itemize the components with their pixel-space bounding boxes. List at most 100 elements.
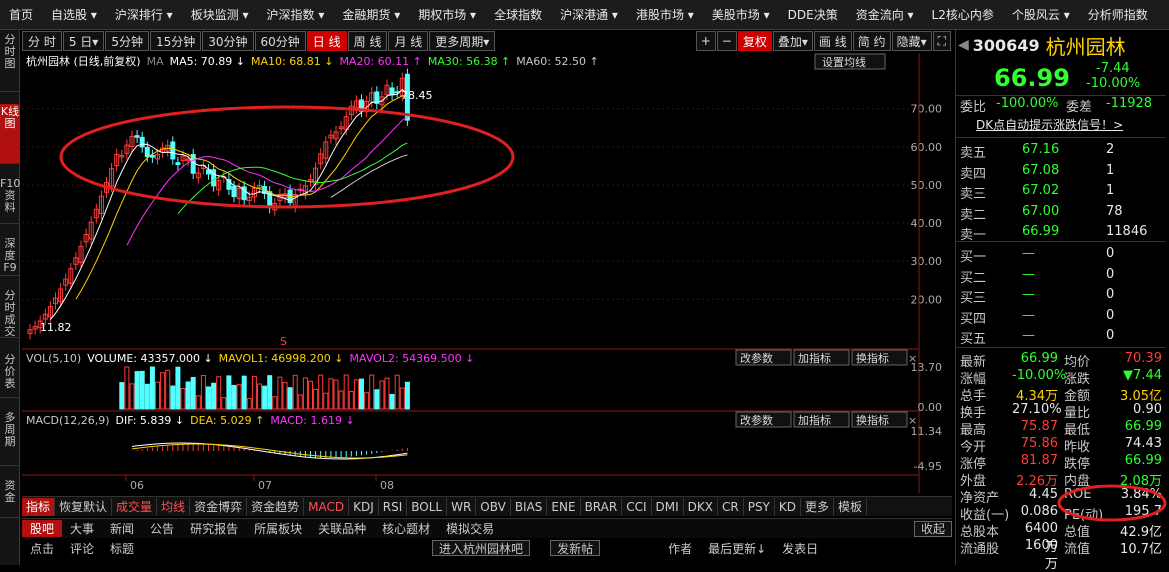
panel-button-label[interactable]: 换指标 [856, 351, 889, 365]
collapse-button[interactable]: 收起 [913, 520, 952, 537]
panel-close-icon[interactable]: × [908, 352, 917, 365]
tool-button-3[interactable]: 叠加▾ [772, 31, 813, 51]
panel-button-label[interactable]: 换指标 [856, 413, 889, 427]
panel-button-2[interactable]: 换指标 [851, 411, 908, 428]
news-tab-2[interactable]: 新闻 [102, 520, 142, 537]
panel-close-icon[interactable]: × [908, 414, 917, 427]
panel-button-0[interactable]: 改参数 [735, 411, 792, 428]
menu-item-10[interactable]: 美股市场 ▾ [703, 6, 779, 23]
enter-forum-button[interactable]: 进入杭州园林吧 [432, 540, 531, 556]
indicator-tab-0[interactable]: 指标 [22, 497, 56, 516]
new-post-button[interactable]: 发新帖 [550, 540, 601, 556]
tool-button-4[interactable]: 画 线 [813, 31, 852, 51]
kline-chart[interactable]: 70.00 60.00 50.00 40.00 30.00 20.00 杭州园林 (日线,前… [22, 53, 952, 493]
indicator-tab-6[interactable]: MACD [304, 497, 350, 516]
menu-item-2[interactable]: 沪深排行 ▾ [106, 6, 182, 23]
period-button-1[interactable]: 5 日▾ [62, 31, 105, 51]
left-tab-7[interactable]: 资金 [0, 478, 20, 518]
tool-button-7[interactable]: ⛶ [932, 31, 951, 51]
period-button-0[interactable]: 分 时 [22, 31, 62, 51]
panel-button-label[interactable]: 改参数 [740, 413, 773, 427]
tool-button-5[interactable]: 简 约 [852, 31, 891, 51]
tool-button-1[interactable]: − [716, 31, 737, 51]
period-button-9[interactable]: 更多周期▾ [429, 31, 496, 51]
indicator-tab-22[interactable]: 模板 [834, 497, 868, 516]
indicator-tab-3[interactable]: 均线 [157, 497, 191, 516]
period-button-5[interactable]: 60分钟 [254, 31, 306, 51]
left-tab-5[interactable]: 分价表 [0, 352, 20, 398]
news-tab-4[interactable]: 研究报告 [182, 520, 246, 537]
left-tab-2[interactable]: F10资料 [0, 176, 20, 224]
period-button-3[interactable]: 15分钟 [149, 31, 202, 51]
left-tab-0[interactable]: 分时图 [0, 32, 20, 92]
panel-button-label[interactable]: 加指标 [798, 351, 831, 365]
settings-ma-label[interactable]: 设置均线 [822, 55, 866, 69]
indicator-tab-15[interactable]: CCI [622, 497, 652, 516]
period-button-8[interactable]: 月 线 [388, 31, 429, 51]
tool-button-6[interactable]: 隐藏▾ [891, 31, 932, 51]
menu-item-4[interactable]: 沪深指数 ▾ [258, 6, 334, 23]
panel-button-1[interactable]: 加指标 [793, 349, 850, 366]
panel-button-1[interactable]: 加指标 [793, 411, 850, 428]
tool-button-0[interactable]: + [695, 31, 716, 51]
col-click[interactable]: 点击 [22, 540, 62, 557]
menu-item-15[interactable]: 分析师指数 [1079, 6, 1157, 23]
menu-item-12[interactable]: 资金流向 ▾ [847, 6, 923, 23]
period-button-6[interactable]: 日 线 [306, 31, 347, 51]
indicator-tab-16[interactable]: DMI [652, 497, 684, 516]
indicator-tab-9[interactable]: BOLL [407, 497, 448, 516]
prev-stock-icon[interactable]: ◀ [958, 37, 969, 53]
menu-item-3[interactable]: 板块监测 ▾ [182, 6, 258, 23]
left-tab-1[interactable]: K线图 [0, 104, 20, 164]
news-tab-1[interactable]: 大事 [62, 520, 102, 537]
menu-item-6[interactable]: 期权市场 ▾ [409, 6, 485, 23]
indicator-tab-10[interactable]: WR [447, 497, 477, 516]
indicator-tab-1[interactable]: 恢复默认 [55, 497, 113, 516]
indicator-tab-4[interactable]: 资金博弈 [190, 497, 248, 516]
menu-item-11[interactable]: DDE决策 [779, 6, 847, 23]
indicator-tab-21[interactable]: 更多 [801, 497, 835, 516]
indicator-tab-18[interactable]: CR [718, 497, 744, 516]
indicator-tab-13[interactable]: ENE [547, 497, 581, 516]
indicator-tab-8[interactable]: RSI [379, 497, 408, 516]
indicator-tab-12[interactable]: BIAS [511, 497, 548, 516]
indicator-tab-17[interactable]: DKX [684, 497, 718, 516]
news-tab-8[interactable]: 模拟交易 [438, 520, 502, 537]
period-button-4[interactable]: 30分钟 [202, 31, 254, 51]
menu-item-5[interactable]: 金融期货 ▾ [333, 6, 409, 23]
news-tab-6[interactable]: 关联品种 [310, 520, 374, 537]
col-post-date[interactable]: 发表日 [774, 540, 826, 557]
menu-item-9[interactable]: 港股市场 ▾ [627, 6, 703, 23]
panel-button-label[interactable]: 改参数 [740, 351, 773, 365]
col-comment[interactable]: 评论 [62, 540, 102, 557]
left-tab-6[interactable]: 多周期 [0, 410, 20, 466]
settings-ma-button[interactable]: 设置均线 [814, 53, 886, 70]
indicator-tab-11[interactable]: OBV [476, 497, 511, 516]
period-button-2[interactable]: 5分钟 [105, 31, 149, 51]
left-tab-4[interactable]: 分时成交 [0, 288, 20, 338]
menu-item-13[interactable]: L2核心内参 [923, 6, 1003, 23]
indicator-tab-20[interactable]: KD [775, 497, 801, 516]
tool-button-2[interactable]: 复权 [737, 31, 772, 51]
indicator-tab-14[interactable]: BRAR [581, 497, 623, 516]
news-tab-0[interactable]: 股吧 [22, 520, 63, 537]
indicator-tab-5[interactable]: 资金趋势 [247, 497, 305, 516]
menu-item-8[interactable]: 沪深港通 ▾ [551, 6, 627, 23]
menu-item-7[interactable]: 全球指数 [485, 6, 551, 23]
dk-signal-link[interactable]: DK点自动提示涨跌信号！> [976, 116, 1123, 133]
col-last-update[interactable]: 最后更新↓ [700, 540, 774, 557]
news-tab-7[interactable]: 核心题材 [374, 520, 438, 537]
panel-button-label[interactable]: 加指标 [798, 413, 831, 427]
menu-item-1[interactable]: 自选股 ▾ [42, 6, 106, 23]
news-tab-3[interactable]: 公告 [142, 520, 182, 537]
col-title[interactable]: 标题 [102, 540, 142, 557]
news-tab-5[interactable]: 所属板块 [246, 520, 310, 537]
indicator-tab-19[interactable]: PSY [744, 497, 775, 516]
panel-button-0[interactable]: 改参数 [735, 349, 792, 366]
menu-item-0[interactable]: 首页 [0, 6, 42, 23]
period-button-7[interactable]: 周 线 [347, 31, 388, 51]
indicator-tab-2[interactable]: 成交量 [112, 497, 158, 516]
menu-item-14[interactable]: 个股风云 ▾ [1003, 6, 1079, 23]
col-author[interactable]: 作者 [660, 540, 700, 557]
indicator-tab-7[interactable]: KDJ [349, 497, 379, 516]
